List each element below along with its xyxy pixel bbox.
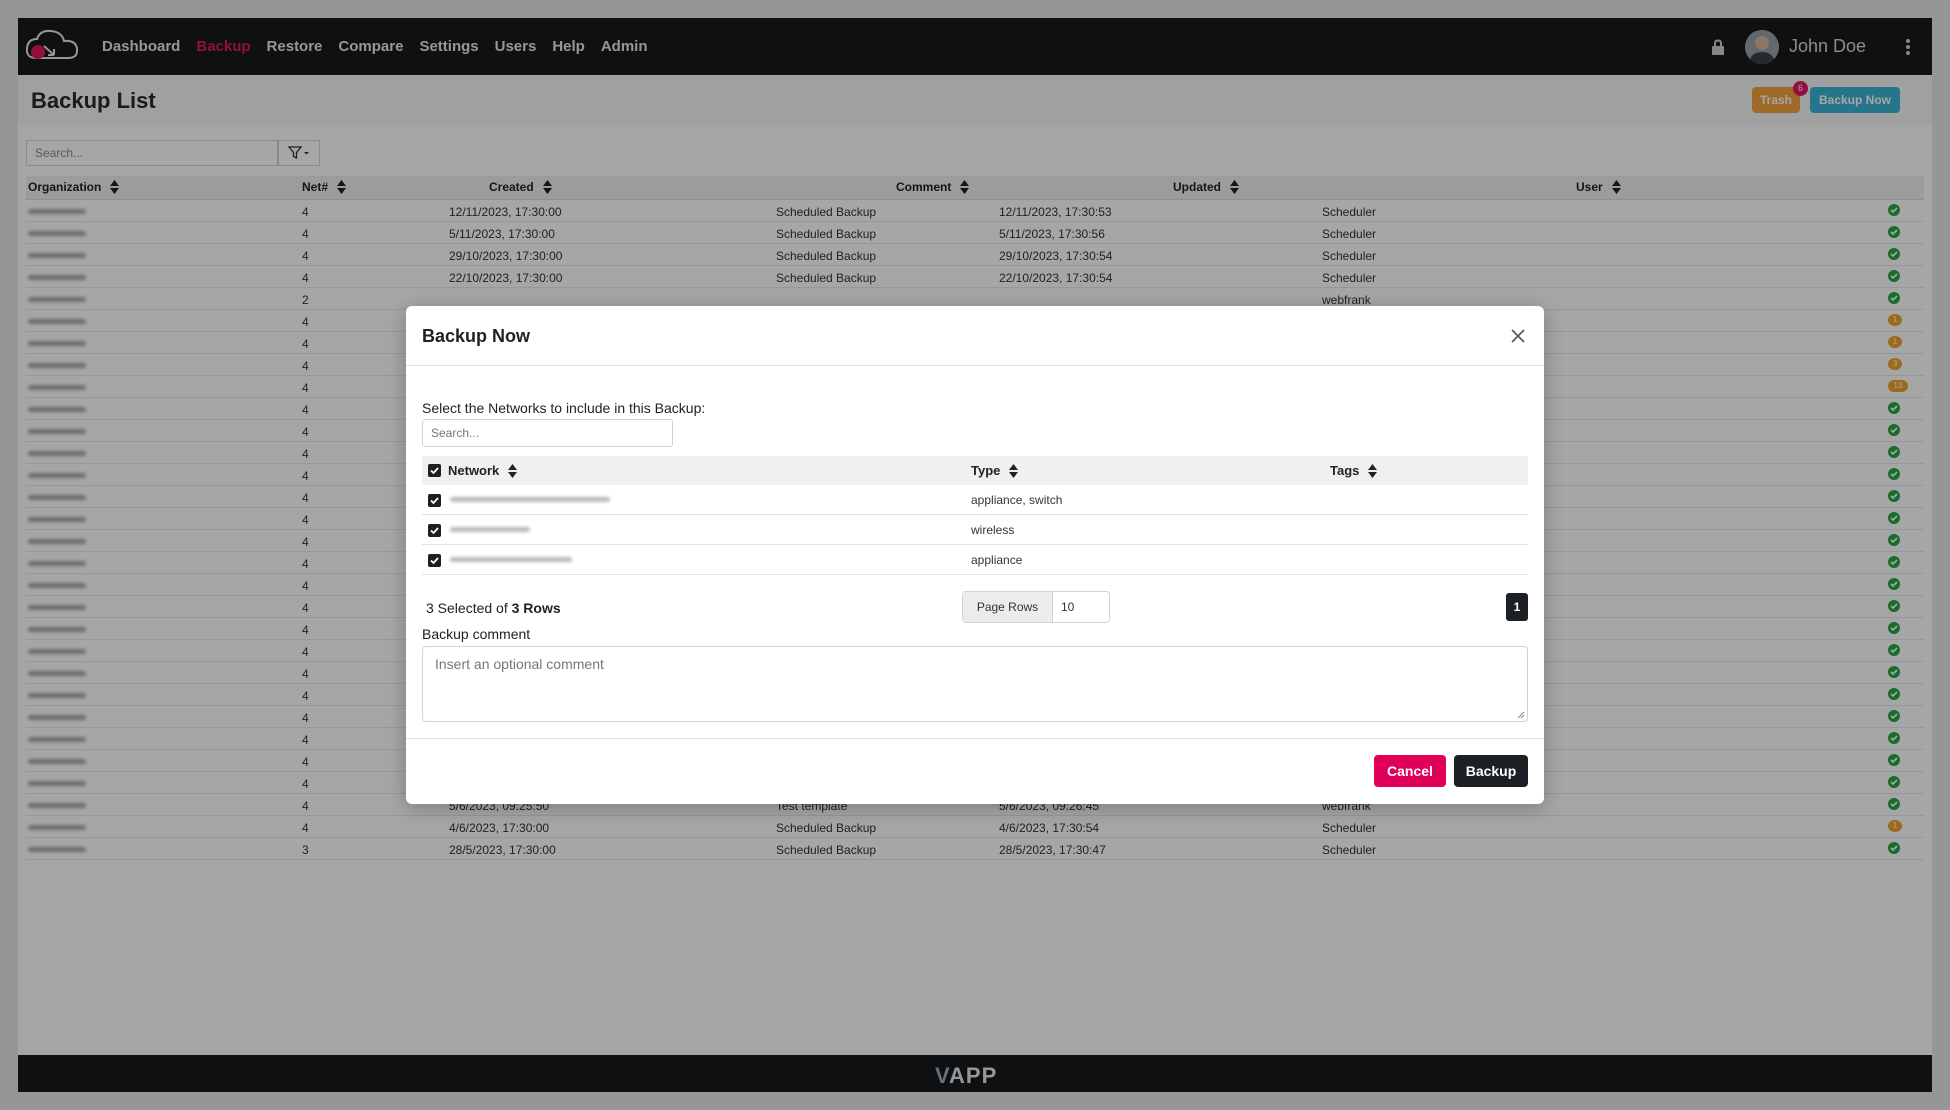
dialog-header: Backup Now	[406, 306, 1544, 366]
network-row[interactable]: wireless	[422, 515, 1528, 545]
network-table-header: Network Type Tags	[422, 456, 1528, 485]
dialog-title: Backup Now	[422, 326, 531, 346]
cancel-button[interactable]: Cancel	[1374, 755, 1446, 787]
column-network[interactable]: Network	[448, 463, 518, 478]
sort-icon	[1009, 463, 1019, 478]
backup-button[interactable]: Backup	[1454, 755, 1528, 787]
network-type: wireless	[971, 523, 1015, 537]
sort-icon	[508, 463, 518, 478]
select-networks-label: Select the Networks to include in this B…	[422, 400, 706, 416]
page-rows-control: Page Rows 10	[962, 591, 1110, 623]
network-type: appliance	[971, 553, 1023, 567]
network-row[interactable]: appliance, switch	[422, 485, 1528, 515]
network-checkbox[interactable]	[428, 554, 441, 567]
backup-now-dialog: Backup Now Select the Networks to includ…	[406, 306, 1544, 804]
network-checkbox[interactable]	[428, 524, 441, 537]
network-search-input[interactable]: Search...	[422, 419, 673, 447]
page-rows-label: Page Rows	[963, 592, 1053, 622]
network-name-redacted	[450, 557, 572, 562]
resize-handle-icon[interactable]	[1517, 711, 1525, 719]
column-type[interactable]: Type	[971, 463, 1019, 478]
network-name-redacted	[450, 527, 530, 532]
selection-summary: 3 Selected of 3 Rows	[426, 600, 561, 616]
column-tags[interactable]: Tags	[1330, 463, 1378, 478]
page-rows-input[interactable]: 10	[1053, 592, 1109, 622]
network-row[interactable]: appliance	[422, 545, 1528, 575]
close-icon[interactable]	[1510, 328, 1526, 344]
network-type: appliance, switch	[971, 493, 1063, 507]
dialog-footer: Cancel Backup	[406, 738, 1544, 804]
comment-placeholder: Insert an optional comment	[435, 656, 604, 672]
pagination-page-button[interactable]: 1	[1506, 593, 1528, 621]
sort-icon	[1368, 463, 1378, 478]
backup-comment-textarea[interactable]: Insert an optional comment	[422, 646, 1528, 722]
network-name-redacted	[450, 497, 610, 502]
select-all-checkbox[interactable]	[428, 464, 441, 477]
backup-comment-label: Backup comment	[422, 626, 531, 642]
network-checkbox[interactable]	[428, 494, 441, 507]
